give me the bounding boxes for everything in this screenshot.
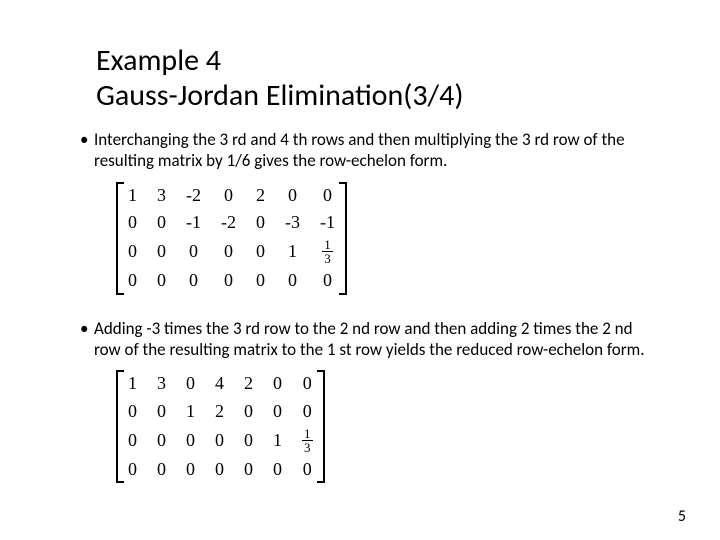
matrix-cell: 1	[275, 236, 310, 267]
matrix-cell: 0	[176, 267, 211, 294]
matrix-cell: 3	[147, 370, 176, 397]
matrix-cell: 0	[205, 425, 234, 456]
matrix-cell: 0	[176, 456, 205, 483]
matrix-cell: 0	[211, 182, 246, 209]
matrix-cell: 0	[275, 267, 310, 294]
matrix-cell: 2	[205, 398, 234, 425]
matrix-cell: 0	[263, 370, 292, 397]
matrix-cell: 0	[147, 209, 176, 236]
matrix-cell: 0	[147, 236, 176, 267]
matrix-cell: 0	[147, 398, 176, 425]
matrix-cell: -3	[275, 209, 310, 236]
matrix-cell: 0	[292, 370, 324, 397]
matrix-cell: 0	[176, 236, 211, 267]
matrix-cell: 0	[263, 398, 292, 425]
matrix-cell: 0	[117, 236, 147, 267]
matrix-cell: 2	[234, 370, 263, 397]
matrix-cell: 0	[147, 425, 176, 456]
matrix-cell: 0	[117, 267, 147, 294]
matrix-cell: 0	[292, 456, 324, 483]
matrix-1: 13-2020000-1-20-3-1000001130000000	[116, 182, 347, 295]
matrix-cell: 0	[292, 398, 324, 425]
matrix-cell: -1	[310, 209, 346, 236]
matrix-cell: 13	[310, 236, 346, 267]
matrix-cell: 0	[234, 398, 263, 425]
matrix-2: 13042000012000000001130000000	[116, 370, 325, 483]
matrix-cell: 4	[205, 370, 234, 397]
matrix-cell: 1	[117, 182, 147, 209]
matrix-cell: 0	[246, 209, 275, 236]
matrix-cell: 0	[263, 456, 292, 483]
matrix-2-container: 13042000012000000001130000000	[116, 370, 660, 488]
matrix-cell: 0	[117, 425, 147, 456]
bullet-2: Adding -3 times the 3 rd row to the 2 nd…	[80, 318, 660, 361]
matrix-cell: 0	[205, 456, 234, 483]
matrix-cell: -2	[211, 209, 246, 236]
matrix-cell: 0	[275, 182, 310, 209]
slide-title: Example 4 Gauss-Jordan Elimination(3/4)	[96, 44, 660, 113]
matrix-cell: 0	[310, 267, 346, 294]
matrix-cell: 1	[263, 425, 292, 456]
matrix-cell: 0	[117, 456, 147, 483]
matrix-cell: 0	[176, 370, 205, 397]
matrix-cell: -2	[176, 182, 211, 209]
matrix-cell: 0	[147, 456, 176, 483]
matrix-cell: 0	[117, 209, 147, 236]
title-line-1: Example 4	[96, 42, 221, 79]
matrix-cell: 0	[246, 236, 275, 267]
matrix-cell: 0	[234, 456, 263, 483]
matrix-cell: 1	[117, 370, 147, 397]
bullet-1: Interchanging the 3 rd and 4 th rows and…	[80, 129, 660, 172]
matrix-1-container: 13-2020000-1-20-3-1000001130000000	[116, 182, 660, 300]
matrix-cell: 2	[246, 182, 275, 209]
matrix-cell: 0	[176, 425, 205, 456]
matrix-cell: 0	[310, 182, 346, 209]
matrix-cell: 0	[234, 425, 263, 456]
matrix-cell: 0	[211, 236, 246, 267]
matrix-cell: 0	[147, 267, 176, 294]
matrix-cell: 0	[117, 398, 147, 425]
matrix-cell: 0	[211, 267, 246, 294]
matrix-cell: -1	[176, 209, 211, 236]
page-number: 5	[678, 507, 686, 526]
matrix-cell: 13	[292, 425, 324, 456]
matrix-cell: 3	[147, 182, 176, 209]
matrix-cell: 1	[176, 398, 205, 425]
matrix-cell: 0	[246, 267, 275, 294]
title-line-2: Gauss-Jordan Elimination(3/4)	[96, 77, 463, 114]
